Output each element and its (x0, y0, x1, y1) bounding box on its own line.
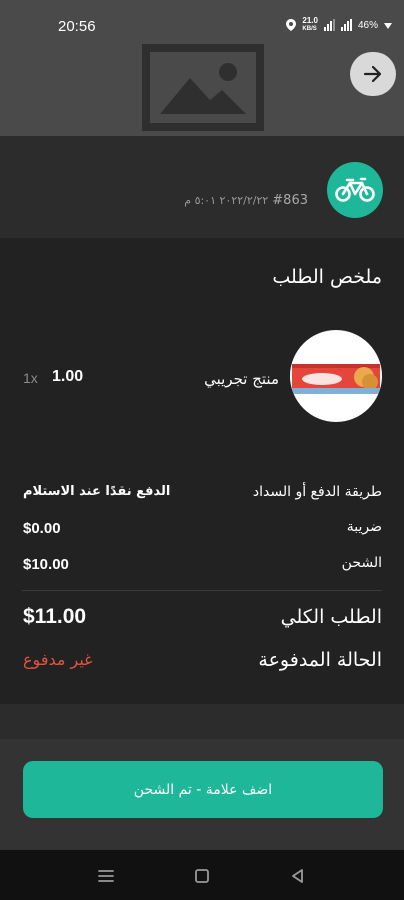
product-price: 1.00 (52, 368, 84, 385)
home-button[interactable] (192, 866, 212, 886)
navigation-bar (0, 850, 404, 900)
tax-label: ضريبة (346, 519, 382, 535)
signal-icon-2 (340, 19, 352, 31)
image-placeholder-icon (142, 44, 264, 131)
menu-button[interactable] (96, 866, 116, 886)
product-package-image (292, 364, 380, 394)
shipping-label: الشحن (341, 555, 382, 571)
menu-icon (98, 870, 114, 882)
product-image (290, 330, 382, 422)
location-icon (286, 19, 297, 31)
order-date: ٢٠٢٢/٢/٢٢ ٥:٠١ م (184, 194, 269, 207)
back-button[interactable] (288, 866, 308, 886)
wifi-icon (384, 23, 392, 29)
section-separator (0, 704, 404, 739)
summary-title: ملخص الطلب (272, 266, 382, 288)
signal-icon (323, 19, 335, 31)
product-qty: 1x (23, 370, 38, 386)
bicycle-icon (335, 177, 375, 202)
divider (22, 590, 382, 591)
forward-button[interactable] (350, 52, 396, 96)
status-icons: 21.0 KB/S 46% (286, 17, 392, 33)
status-time: 20:56 (58, 18, 96, 35)
back-icon (292, 869, 303, 883)
home-icon (195, 869, 209, 883)
payment-status-label: الحالة المدفوعة (258, 649, 382, 671)
network-speed: 21.0 KB/S (302, 16, 318, 33)
header-image (0, 44, 404, 136)
total-label: الطلب الكلي (280, 606, 382, 628)
mark-shipped-button[interactable]: اضف علامة - تم الشحن (23, 761, 383, 818)
shipping-value: $10.00 (23, 556, 69, 573)
arrow-right-icon (363, 65, 382, 83)
order-number: #863 (272, 193, 308, 208)
payment-method-label: طريقة الدفع أو السداد (252, 484, 382, 500)
order-summary: ملخص الطلب منتج تجريبي 1.00 1x طريقة الد… (0, 238, 404, 704)
product-name: منتج تجريبي (204, 370, 279, 388)
order-meta: ٢٠٢٢/٢/٢٢ ٥:٠١ م #863 (184, 193, 308, 208)
total-value: $11.00 (23, 605, 87, 628)
delivery-badge (327, 162, 383, 218)
payment-method-value: الدفع نقدًا عند الاستلام (23, 484, 171, 499)
battery-text: 46% (357, 19, 378, 31)
order-header: ٢٠٢٢/٢/٢٢ ٥:٠١ م #863 (0, 136, 404, 238)
tax-value: $0.00 (23, 520, 61, 537)
payment-status-value: غير مدفوع (23, 650, 93, 669)
